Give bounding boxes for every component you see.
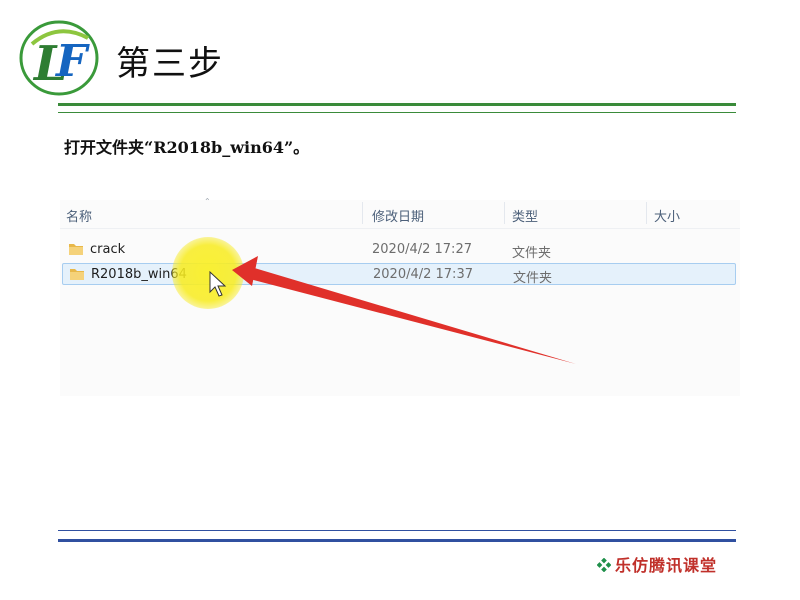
file-name: crack bbox=[90, 242, 126, 257]
instruction-text: 打开文件夹“R2018b_win64”。 bbox=[64, 138, 310, 157]
file-type: 文件夹 bbox=[513, 271, 553, 286]
slide-title: 第三步 bbox=[116, 44, 224, 84]
diamond-cluster-icon bbox=[597, 558, 611, 572]
header-divider bbox=[60, 228, 740, 229]
column-header-type[interactable]: 类型 bbox=[512, 206, 538, 225]
file-date: 2020/4/2 17:37 bbox=[373, 267, 473, 282]
file-row-r2018b-win64[interactable]: R2018b_win64 2020/4/2 17:37 文件夹 bbox=[62, 263, 736, 286]
footer-brand-text: 乐仿腾讯课堂 bbox=[615, 556, 718, 575]
header-divider-thin bbox=[58, 112, 736, 113]
header-divider-thick bbox=[58, 103, 736, 106]
footer-brand: 乐仿腾讯课堂 bbox=[597, 552, 717, 576]
column-separator[interactable] bbox=[504, 202, 505, 224]
folder-icon bbox=[70, 269, 84, 280]
svg-text:F: F bbox=[54, 36, 90, 87]
column-header-size[interactable]: 大小 bbox=[654, 206, 680, 225]
file-date: 2020/4/2 17:27 bbox=[372, 242, 472, 257]
column-header-date[interactable]: 修改日期 bbox=[372, 206, 424, 225]
column-header-name[interactable]: 名称 bbox=[66, 206, 92, 225]
file-row-crack[interactable]: crack 2020/4/2 17:27 文件夹 bbox=[62, 239, 736, 261]
column-separator[interactable] bbox=[362, 202, 363, 224]
folder-icon bbox=[69, 244, 83, 255]
footer-divider-thick bbox=[58, 539, 736, 542]
file-type: 文件夹 bbox=[512, 246, 552, 261]
cursor-highlight bbox=[172, 237, 244, 309]
column-separator[interactable] bbox=[646, 202, 647, 224]
lf-logo: L F bbox=[19, 20, 99, 96]
file-explorer-list: ⌃ 名称 修改日期 类型 大小 crack 2020/4/2 17:27 文件夹… bbox=[60, 197, 740, 396]
footer-divider-thin bbox=[58, 530, 736, 531]
sort-arrow-icon: ⌃ bbox=[204, 197, 211, 206]
